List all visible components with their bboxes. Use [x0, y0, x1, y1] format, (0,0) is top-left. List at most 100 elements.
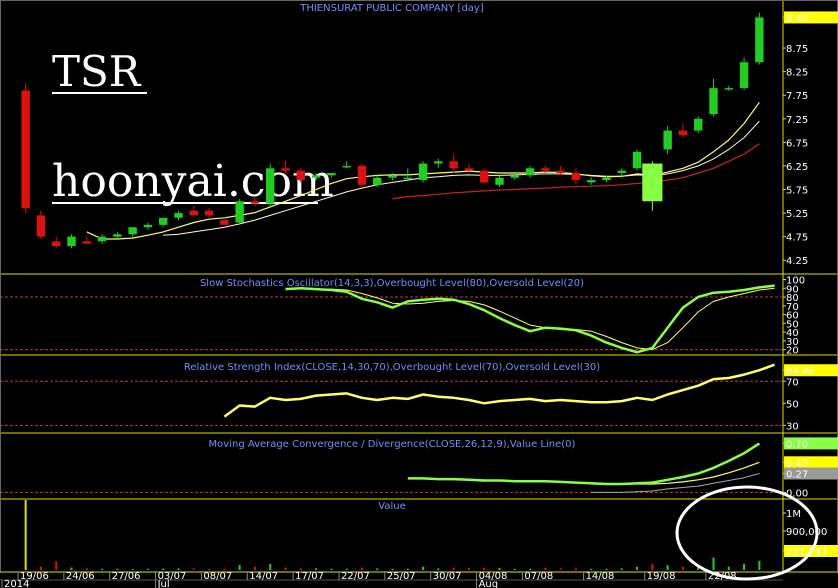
month-label: 2014 [4, 579, 29, 588]
candle [525, 168, 535, 176]
macd-panel [0, 442, 783, 493]
value-bar [666, 565, 669, 570]
x-tick-label: 24/06 [66, 571, 95, 582]
value-bar [406, 568, 409, 570]
month-label: Aug [479, 579, 499, 588]
candle [617, 170, 626, 173]
candle [128, 227, 137, 235]
candle [97, 236, 107, 242]
rsi-panel [0, 363, 783, 426]
price-tick-label: 7.75 [786, 91, 808, 102]
rsi-tick-label: 50 [786, 399, 799, 410]
value-tick-label: 1M [786, 509, 801, 520]
chart-canvas: THIENSURAT PUBLIC COMPANY [day] Slow Sto… [0, 0, 838, 588]
value-bar [345, 568, 348, 570]
x-tick-label: 07/08 [524, 571, 553, 582]
rsi-tick-label: 30 [786, 421, 799, 432]
month-label: Jul [157, 579, 170, 588]
candle [755, 17, 764, 63]
candle [709, 88, 718, 115]
candle [556, 170, 565, 173]
x-tick-label: 27/06 [112, 571, 141, 582]
value-bar [101, 568, 104, 570]
value-bar [544, 567, 547, 570]
value-bar [39, 566, 42, 570]
value-bar [651, 563, 654, 570]
value-bar [422, 566, 425, 570]
value-bar [24, 500, 27, 570]
candle [495, 177, 504, 185]
candle [67, 236, 76, 247]
candle [342, 165, 351, 168]
value-bar [253, 566, 256, 570]
candle [174, 213, 183, 218]
value-bar [223, 568, 226, 570]
watermark-ticker: TSR [52, 47, 142, 96]
candle [220, 220, 229, 225]
value-bar [681, 566, 684, 570]
value-bar [376, 568, 379, 570]
candle [642, 163, 663, 202]
candle [739, 62, 749, 89]
value-bar [559, 568, 562, 570]
candle [36, 215, 46, 237]
rsi-title: Relative Strength Index(CLOSE,14,30,70),… [184, 362, 600, 373]
candle [373, 177, 382, 185]
candle [694, 118, 703, 131]
price-last-label: 9.40 [786, 13, 808, 24]
value-bar [208, 568, 211, 570]
candle [143, 224, 153, 228]
stochastic-title: Slow Stochastics Oscillator(14,3,3),Over… [200, 278, 584, 289]
candle [464, 168, 474, 171]
value-bar [315, 568, 318, 570]
value-bar [513, 568, 516, 570]
candle [571, 173, 581, 181]
candle [281, 168, 290, 171]
macd-signal-line [591, 461, 760, 485]
value-bar [452, 567, 455, 570]
value-bar [146, 568, 149, 570]
macd-title: Moving Average Convergence / Divergence(… [209, 439, 576, 450]
candle [250, 201, 260, 204]
price-tick-label: 8.25 [786, 68, 808, 79]
value-bar [360, 567, 363, 570]
candle [204, 210, 214, 216]
value-bar [55, 561, 58, 570]
x-tick-label: 30/07 [433, 571, 462, 582]
value-bar [437, 568, 440, 570]
stochastic-k-line [285, 284, 775, 354]
value-bar [162, 568, 165, 570]
value-bar [574, 568, 577, 570]
right-axis: 4.25 4.75 5.25 5.75 6.25 6.75 7.25 7.75 8.25 8.75… [783, 11, 838, 558]
value-bar [116, 568, 119, 570]
value-bar [284, 567, 287, 570]
x-tick-label: 25/07 [387, 571, 416, 582]
price-tick-label: 5.75 [786, 186, 808, 197]
candle [189, 210, 198, 216]
candle [21, 90, 30, 209]
candle [159, 217, 168, 225]
value-bar [605, 568, 608, 570]
value-bar [498, 567, 501, 570]
x-tick-label: 14/07 [249, 571, 278, 582]
candle [418, 163, 428, 181]
candle [327, 173, 336, 176]
value-bar [712, 557, 715, 570]
price-tick-label: 4.75 [786, 233, 808, 244]
candle [52, 241, 61, 247]
candle [388, 175, 397, 178]
candle [235, 201, 244, 223]
stochastic-panel [0, 284, 783, 354]
stochastic-tick-label: 20 [786, 346, 799, 357]
value-bar [590, 568, 593, 570]
value-bar [467, 567, 470, 570]
value-bar [727, 566, 730, 570]
macd-value-label: 0.70 [786, 439, 808, 450]
value-bar [177, 568, 180, 570]
candle [434, 161, 443, 164]
candle [678, 130, 688, 136]
candle [632, 151, 642, 169]
price-tick-label: 8.75 [786, 44, 808, 55]
chart-title: THIENSURAT PUBLIC COMPANY [day] [299, 3, 484, 14]
price-tick-label: 4.25 [786, 256, 808, 267]
